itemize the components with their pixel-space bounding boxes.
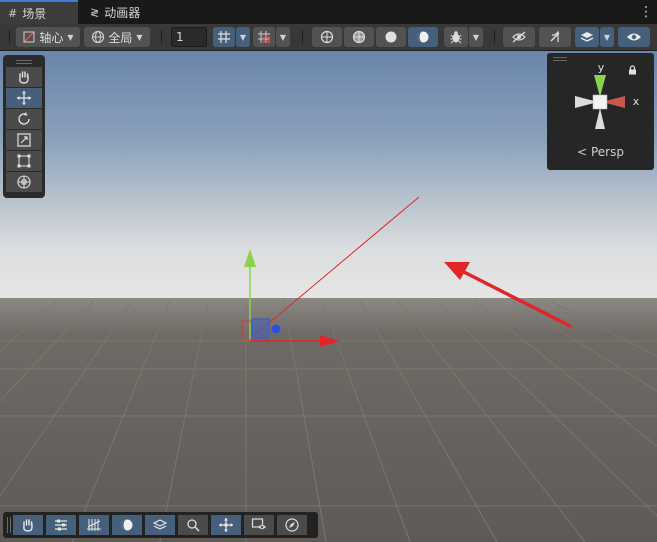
hand-overlay-button[interactable] <box>13 515 43 535</box>
scale-tool-button[interactable] <box>6 130 42 150</box>
move-icon <box>219 518 233 532</box>
grid-visibility-button[interactable] <box>213 27 235 47</box>
unlit-mode-button[interactable] <box>376 27 406 47</box>
grid-overlay-button[interactable] <box>79 515 109 535</box>
move-tool-button[interactable] <box>6 88 42 108</box>
rotate-tool-button[interactable] <box>6 109 42 129</box>
mute-icon <box>550 30 560 42</box>
audio-toggle-button[interactable] <box>539 27 571 47</box>
transform-icon <box>17 175 31 189</box>
grid-options-dropdown[interactable]: ▼ <box>236 27 250 47</box>
toolbar-divider <box>9 30 10 44</box>
perspective-icon: < <box>577 145 588 159</box>
overlay-toolbar <box>3 512 318 538</box>
grid-icon: # <box>8 6 18 20</box>
inspector-overlay-button[interactable] <box>46 515 76 535</box>
chevron-down-icon: ▼ <box>239 32 247 42</box>
overlay-drag-handle[interactable] <box>7 517 10 533</box>
gizmo-center-cube[interactable] <box>592 94 608 110</box>
snap-options-dropdown[interactable]: ▼ <box>276 27 290 47</box>
search-icon <box>187 519 200 532</box>
hidden-objects-button[interactable] <box>503 27 535 47</box>
rotate-icon <box>18 112 30 125</box>
rect-transform-icon <box>17 154 31 168</box>
gizmo-y-label: y <box>598 61 605 74</box>
axis-gizmo[interactable]: y x <box>547 53 654 138</box>
shaded-mode-button[interactable] <box>408 27 438 47</box>
xy-plane-handle[interactable] <box>251 318 270 339</box>
chevron-down-icon: ▼ <box>67 32 74 42</box>
orientation-gizmo-panel: y x < Persp <box>547 53 654 170</box>
shading-overlay-button[interactable] <box>112 515 142 535</box>
layers-button[interactable] <box>575 27 599 47</box>
solid-sphere-icon <box>385 31 397 43</box>
y-axis-cone[interactable] <box>594 75 606 97</box>
toolbar-divider <box>494 30 495 44</box>
layers-icon <box>153 519 167 530</box>
hatch-icon <box>87 519 101 531</box>
grid-size-field[interactable]: 1 <box>171 27 207 47</box>
eye-icon <box>627 33 641 41</box>
sliders-icon <box>55 519 67 531</box>
wireframe-sphere-icon <box>320 30 334 44</box>
debug-draw-button[interactable] <box>444 27 468 47</box>
layers-overlay-button[interactable] <box>145 515 175 535</box>
camera-preview-icon <box>251 518 266 529</box>
chevron-down-icon: ▼ <box>472 32 480 42</box>
global-dropdown[interactable]: 全局 ▼ <box>84 27 150 47</box>
wireframe-mode-button[interactable] <box>312 27 342 47</box>
shaded-wire-sphere-icon <box>352 30 366 44</box>
pivot-dropdown[interactable]: 轴心 ▼ <box>16 27 80 47</box>
chevron-down-icon: ▼ <box>603 32 611 42</box>
tab-scene-label: 场景 <box>22 6 47 21</box>
pivot-icon <box>23 31 35 43</box>
gizmo-x-label: x <box>633 95 640 108</box>
chevron-down-icon: ▼ <box>279 32 287 42</box>
camera-preview-overlay-button[interactable] <box>244 515 274 535</box>
scene-toolbar: 轴心 ▼ 全局 ▼ 1 ▼ ▼ ▼ ▼ <box>0 24 657 51</box>
overlay-drag-handle[interactable] <box>6 58 42 66</box>
shaded-wireframe-button[interactable] <box>344 27 374 47</box>
compass-icon <box>285 518 299 532</box>
rect-tool-button[interactable] <box>6 151 42 171</box>
transform-tool-button[interactable] <box>6 172 42 192</box>
bug-icon <box>450 31 462 44</box>
hand-icon <box>19 71 29 84</box>
tab-animator-label: 动画器 <box>104 5 141 20</box>
scale-icon <box>17 133 31 147</box>
snap-grid-icon <box>258 31 270 43</box>
debug-options-dropdown[interactable]: ▼ <box>469 27 483 47</box>
tab-bar: # 场景 ≷ 动画器 ⋮ <box>0 0 657 24</box>
toolbar-divider <box>161 30 162 44</box>
tab-scene[interactable]: # 场景 <box>0 0 78 24</box>
shaded-sphere-icon <box>121 519 133 531</box>
grid-icon <box>218 31 230 43</box>
more-options-icon[interactable]: ⋮ <box>639 3 653 21</box>
snap-button[interactable] <box>253 27 275 47</box>
animator-icon: ≷ <box>90 5 100 19</box>
global-label: 全局 <box>108 30 133 45</box>
navigate-overlay-button[interactable] <box>277 515 307 535</box>
projection-toggle[interactable]: < Persp <box>547 145 654 159</box>
scene-visibility-button[interactable] <box>618 27 650 47</box>
layers-dropdown[interactable]: ▼ <box>600 27 614 47</box>
pivot-label: 轴心 <box>39 30 64 45</box>
layers-icon <box>580 32 594 42</box>
hand-icon <box>23 519 33 532</box>
tools-overlay <box>3 55 45 198</box>
neg-y-axis-cone[interactable] <box>595 108 605 129</box>
chevron-down-icon: ▼ <box>136 32 143 42</box>
search-overlay-button[interactable] <box>178 515 208 535</box>
projection-label: Persp <box>590 145 624 159</box>
hand-tool-button[interactable] <box>6 67 42 87</box>
visibility-off-icon <box>512 31 526 43</box>
move-scene-overlay-button[interactable] <box>211 515 241 535</box>
toolbar-divider <box>302 30 303 44</box>
shaded-sphere-icon <box>417 31 429 43</box>
tab-animator[interactable]: ≷ 动画器 <box>82 0 162 24</box>
z-axis-handle[interactable] <box>271 324 281 334</box>
globe-icon <box>92 30 105 44</box>
move-icon <box>17 91 31 105</box>
